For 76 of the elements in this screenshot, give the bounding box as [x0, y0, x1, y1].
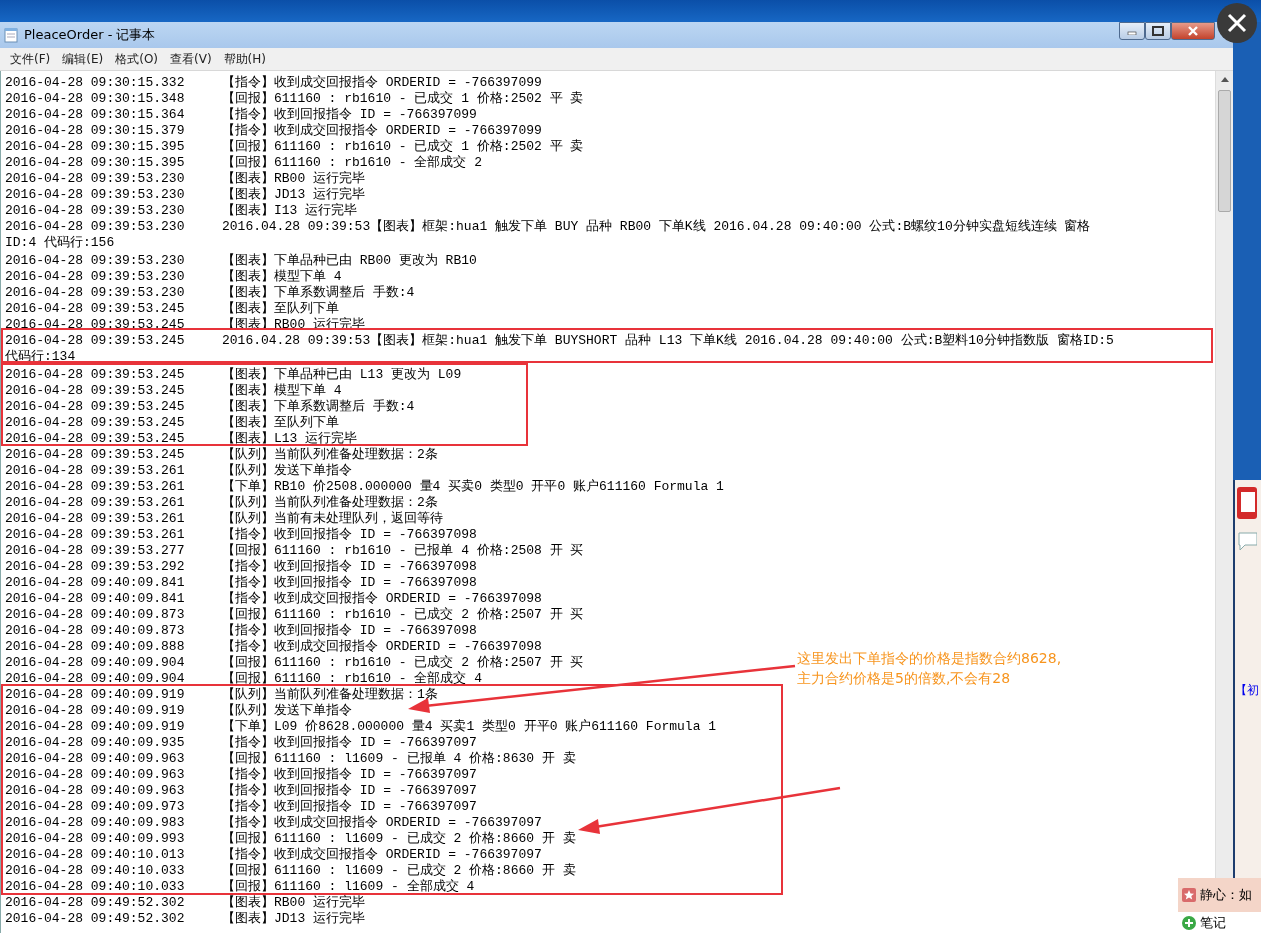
log-line: 2016-04-28 09:39:53.245 【图表】至队列下单 — [5, 415, 339, 431]
close-icon — [1187, 26, 1199, 36]
menu-item[interactable]: 编辑(E) — [56, 48, 110, 70]
note-link[interactable]: 笔记 — [1200, 913, 1226, 932]
star-icon — [1182, 888, 1196, 902]
close-icon[interactable] — [1216, 2, 1258, 44]
plus-icon[interactable] — [1182, 915, 1196, 930]
annotation-text: 主力合约价格是5的倍数,不会有28 — [797, 669, 1012, 688]
scrollbar-thumb[interactable] — [1218, 90, 1231, 212]
log-line: 2016-04-28 09:39:53.230 【图表】RB00 运行完毕 — [5, 171, 365, 187]
log-line: 2016-04-28 09:39:53.230 2016.04.28 09:39:53【图表】框架:hua1 触发下单 BUY 品种 RB00 下单K线 2016.04.28 09:40:00 公式:B螺纹10分钟实盘短线连续 窗格 — [5, 219, 1091, 235]
log-line: 2016-04-28 09:40:09.963 【指令】收到回报指令 ID = -766397097 — [5, 783, 477, 799]
log-line: 2016-04-28 09:49:52.302 【图表】RB00 运行完毕 — [5, 895, 365, 911]
log-line: 2016-04-28 09:40:10.033 【回报】611160 : l1609 - 已成交 2 价格:8660 开 卖 — [5, 863, 576, 879]
log-line: 2016-04-28 09:39:53.292 【指令】收到回报指令 ID = -766397098 — [5, 559, 477, 575]
annotation-text: 这里发出下单指令的价格是指数合约8628, — [797, 649, 1062, 668]
log-line: ID:4 代码行:156 — [5, 235, 115, 251]
notepad-icon — [4, 27, 18, 43]
log-line: 2016-04-28 09:40:09.919 【队列】发送下单指令 — [5, 703, 352, 719]
log-line: 2016-04-28 09:39:53.230 【图表】I13 运行完毕 — [5, 203, 358, 219]
maximize-button[interactable] — [1145, 22, 1171, 40]
log-line: 2016-04-28 09:39:53.261 【队列】当前队列准备处理数据：2条 — [5, 495, 438, 511]
up-arrow-icon[interactable] — [1220, 77, 1229, 82]
log-line: 2016-04-28 09:39:53.261 【队列】当前有未处理队列，返回等待 — [5, 511, 443, 527]
log-line: 2016-04-28 09:40:09.973 【指令】收到回报指令 ID = -766397097 — [5, 799, 477, 815]
log-line: 2016-04-28 09:39:53.245 【图表】L13 运行完毕 — [5, 431, 358, 447]
menu-item[interactable]: 帮助(H) — [217, 48, 272, 70]
log-line: 2016-04-28 09:39:53.245 2016.04.28 09:39:53【图表】框架:hua1 触发下单 BUYSHORT 品种 L13 下单K线 2016.04.28 09:40:00 公式:B塑料10分钟指数版 窗格ID:5 — [5, 333, 1114, 349]
log-line: 2016-04-28 09:39:53.245 【图表】下单系数调整后 手数:4 — [5, 399, 415, 415]
log-line: 2016-04-28 09:40:09.873 【指令】收到回报指令 ID = -766397098 — [5, 623, 477, 639]
log-line: 2016-04-28 09:40:09.841 【指令】收到回报指令 ID = -766397098 — [5, 575, 477, 591]
log-line: 2016-04-28 09:39:53.245 【图表】下单品种已由 L13 更改为 L09 — [5, 367, 462, 383]
log-line: 2016-04-28 09:39:53.245 【队列】当前队列准备处理数据：2条 — [5, 447, 438, 463]
log-line: 2016-04-28 09:30:15.332 【指令】收到成交回报指令 ORDERID = -766397099 — [5, 75, 542, 91]
log-line: 2016-04-28 09:39:53.245 【图表】模型下单 4 — [5, 383, 342, 399]
log-line: 2016-04-28 09:40:09.993 【回报】611160 : l1609 - 已成交 2 价格:8660 开 卖 — [5, 831, 576, 847]
log-line: 2016-04-28 09:39:53.261 【下单】RB10 价2508.000000 量4 买卖0 类型0 开平0 账户611160 Formula 1 — [5, 479, 724, 495]
log-line: 2016-04-28 09:40:09.963 【指令】收到回报指令 ID = -766397097 — [5, 767, 477, 783]
app-icon[interactable] — [1235, 486, 1257, 520]
log-line: 2016-04-28 09:40:09.888 【指令】收到成交回报指令 ORDERID = -766397098 — [5, 639, 542, 655]
log-line: 2016-04-28 09:39:53.230 【图表】下单系数调整后 手数:4 — [5, 285, 415, 301]
maximize-icon — [1152, 26, 1164, 36]
log-line: 2016-04-28 09:30:15.379 【指令】收到成交回报指令 ORDERID = -766397099 — [5, 123, 542, 139]
log-line: 2016-04-28 09:40:10.033 【回报】611160 : l1609 - 全部成交 4 — [5, 879, 475, 895]
log-line: 2016-04-28 09:40:09.935 【指令】收到回报指令 ID = -766397097 — [5, 735, 477, 751]
log-line: 2016-04-28 09:49:52.302 【图表】JD13 运行完毕 — [5, 911, 365, 927]
window-title: PleaceOrder - 记事本 — [24, 26, 156, 44]
log-line: 2016-04-28 09:40:09.983 【指令】收到成交回报指令 ORDERID = -766397097 — [5, 815, 542, 831]
log-line: 2016-04-28 09:39:53.277 【回报】611160 : rb1610 - 已报单 4 价格:2508 开 买 — [5, 543, 584, 559]
log-line: 2016-04-28 09:40:09.919 【下单】L09 价8628.000000 量4 买卖1 类型0 开平0 账户611160 Formula 1 — [5, 719, 717, 735]
log-line: 2016-04-28 09:40:10.013 【指令】收到成交回报指令 ORDERID = -766397097 — [5, 847, 542, 863]
log-line: 2016-04-28 09:39:53.261 【队列】发送下单指令 — [5, 463, 352, 479]
log-line: 2016-04-28 09:40:09.873 【回报】611160 : rb1610 - 已成交 2 价格:2507 开 买 — [5, 607, 584, 623]
close-button[interactable] — [1171, 22, 1215, 40]
log-line: 2016-04-28 09:30:15.364 【指令】收到回报指令 ID = -766397099 — [5, 107, 477, 123]
log-line: 2016-04-28 09:40:09.904 【回报】611160 : rb1610 - 全部成交 4 — [5, 671, 483, 687]
log-line: 2016-04-28 09:39:53.245 【图表】至队列下单 — [5, 301, 339, 317]
notification-toast[interactable]: 静心：如 — [1178, 878, 1261, 912]
log-line: 2016-04-28 09:39:53.230 【图表】JD13 运行完毕 — [5, 187, 365, 203]
log-line: 2016-04-28 09:30:15.395 【回报】611160 : rb1610 - 全部成交 2 — [5, 155, 483, 171]
log-line: 2016-04-28 09:40:09.841 【指令】收到成交回报指令 ORDERID = -766397098 — [5, 591, 542, 607]
popup-text: 静心：如 — [1200, 886, 1252, 904]
minimize-button[interactable] — [1119, 22, 1145, 40]
log-line: 2016-04-28 09:30:15.348 【回报】611160 : rb1610 - 已成交 1 价格:2502 平 卖 — [5, 91, 584, 107]
log-line: 2016-04-28 09:40:09.919 【队列】当前队列准备处理数据：1条 — [5, 687, 438, 703]
menu-item[interactable]: 格式(O) — [109, 48, 165, 70]
log-line: 2016-04-28 09:40:09.904 【回报】611160 : rb1610 - 已成交 2 价格:2507 开 买 — [5, 655, 584, 671]
log-line: 2016-04-28 09:40:09.963 【回报】611160 : l1609 - 已报单 4 价格:8630 开 卖 — [5, 751, 576, 767]
log-line: 2016-04-28 09:30:15.395 【回报】611160 : rb1610 - 已成交 1 价格:2502 平 卖 — [5, 139, 584, 155]
log-line: 2016-04-28 09:39:53.230 【图表】模型下单 4 — [5, 269, 342, 285]
menu-item[interactable]: 文件(F) — [4, 48, 57, 70]
log-line: 2016-04-28 09:39:53.230 【图表】下单品种已由 RB00 更改为 RB10 — [5, 253, 477, 269]
menu-item[interactable]: 查看(V) — [164, 48, 218, 70]
log-line: 代码行:134 — [5, 349, 76, 365]
side-link[interactable]: 【初 — [1235, 682, 1261, 699]
log-line: 2016-04-28 09:39:53.261 【指令】收到回报指令 ID = -766397098 — [5, 527, 477, 543]
